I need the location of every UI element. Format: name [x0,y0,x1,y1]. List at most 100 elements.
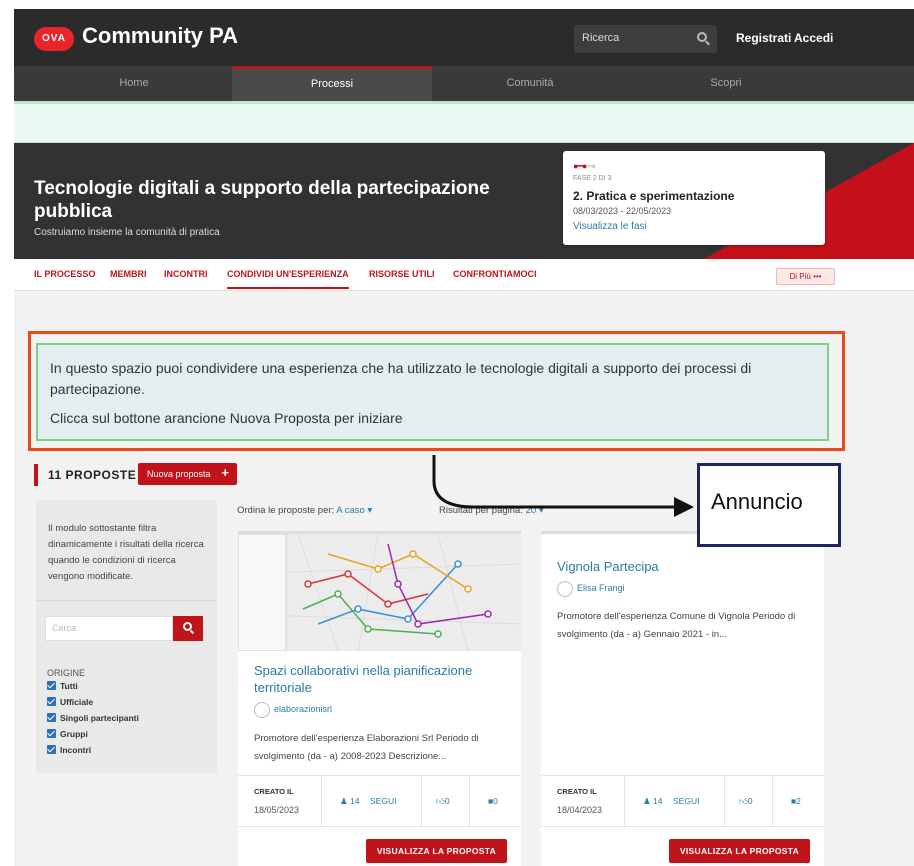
vote-count: 👍︎0 [436,796,450,807]
author-name: Elisa Frangi [577,583,625,593]
proposal-title-link[interactable]: Spazi collaborativi nella pianificazione… [254,662,504,696]
nav-scopri[interactable]: Scopri [626,66,826,101]
author-link[interactable]: Elisa Frangi [557,580,625,597]
comment-number: 2 [796,796,801,806]
register-link[interactable]: Registrati [736,31,791,45]
origin-checkbox-incontri[interactable]: Incontri [47,744,91,756]
logo-icon[interactable]: OVA [34,27,74,51]
checkbox-checked-icon[interactable] [47,681,56,690]
filter-search-input[interactable]: Cerca [45,616,173,641]
follower-icon: ♟ [340,796,348,806]
follower-number: 14 [350,796,360,806]
vote-number: 0 [747,796,753,806]
screenshot-stage: OVA Community PA Ricerca Registrati Acce… [0,0,914,866]
checkbox-checked-icon[interactable] [47,745,56,754]
follower-count: ♟ 14 [643,796,662,807]
checkbox-checked-icon[interactable] [47,697,56,706]
nav-processi[interactable]: Processi [232,66,432,101]
follower-number: 14 [653,796,663,806]
proposal-description: Promotore dell'esperienza Comune di Vign… [557,611,796,640]
created-label: CREATO IL [557,787,597,796]
new-proposal-button[interactable]: Nuova proposta + [138,463,237,485]
nav-comunita[interactable]: Comunità [430,66,630,101]
brand-name[interactable]: Community PA [82,23,238,49]
vote-cell[interactable]: 👍︎0 [422,776,470,828]
phase-name: 2. Pratica e sperimentazione [573,189,735,203]
per-page-select[interactable]: 20 [526,505,537,516]
tab-confrontiamoci[interactable]: CONFRONTIAMOCI [453,269,537,279]
origin-checkbox-tutti[interactable]: Tutti [47,680,78,692]
tab-il-processo[interactable]: IL PROCESSO [34,269,95,279]
follow-cell[interactable]: ♟ 14 SEGUI [625,776,725,828]
avatar [254,701,270,718]
author-name: elaborazionisrl [274,704,333,714]
chevron-down-icon: ▾ [538,505,544,516]
sort-label: Ordina le proposte per: [237,505,335,516]
proposal-card: Vignola Partecipa Elisa Frangi Promotore… [541,531,824,866]
filter-search-button[interactable] [173,616,203,641]
filter-description: Il modulo sottostante filtra dinamicamen… [48,523,204,582]
created-cell: CREATO IL 18/05/2023 [238,776,322,828]
callout-label: Annuncio [711,489,803,514]
sidebar-divider [36,600,217,601]
new-proposal-label: Nuova proposta [147,469,211,479]
view-proposal-button[interactable]: VISUALIZZA LA PROPOSTA [669,839,810,863]
search-placeholder: Ricerca [582,32,620,44]
checkbox-checked-icon[interactable] [47,713,56,722]
author-link[interactable]: elaborazionisrl [254,701,333,718]
process-subnav: IL PROCESSO MEMBRI INCONTRI CONDIVIDI UN… [14,259,914,291]
top-bar: OVA Community PA Ricerca Registrati Acce… [14,9,914,66]
tab-condividi-esperienza[interactable]: CONDIVIDI UN'ESPERIENZA [227,269,349,289]
checkbox-label: Gruppi [60,729,88,739]
origin-filter-title: ORIGINE [47,668,86,678]
login-link[interactable]: Accedi [794,31,833,45]
view-phases-link[interactable]: Visualizza le fasi [573,221,647,232]
proposal-description: Promotore dell'esperienza Elaborazioni S… [254,733,479,762]
tab-risorse-utili[interactable]: RISORSE UTILI [369,269,435,279]
process-title: Tecnologie digitali a supporto della par… [34,178,490,222]
chevron-down-icon: ▾ [367,505,373,516]
comment-cell[interactable]: ■2 [773,776,824,828]
follow-button[interactable]: SEGUI [673,796,699,806]
tab-incontri[interactable]: INCONTRI [164,269,208,279]
checkbox-checked-icon[interactable] [47,729,56,738]
phase-card: ●━●━● FASE 2 DI 3 2. Pratica e speriment… [563,151,825,245]
created-label: CREATO IL [254,787,294,796]
comment-number: 0 [493,796,498,806]
page: OVA Community PA Ricerca Registrati Acce… [14,9,914,866]
checkbox-label: Tutti [60,681,78,691]
proposal-title-link[interactable]: Vignola Partecipa [557,558,807,575]
notice-bar [14,101,914,143]
search-icon [183,622,192,631]
phase-label: FASE 2 DI 3 [573,175,612,182]
proposal-card: Spazi collaborativi nella pianificazione… [238,531,521,866]
sort-control[interactable]: Ordina le proposte per: A caso ▾ [237,505,372,516]
comment-cell[interactable]: ■0 [470,776,521,828]
sort-select[interactable]: A caso [336,505,365,516]
origin-checkbox-gruppi[interactable]: Gruppi [47,728,88,740]
follow-button[interactable]: SEGUI [370,796,396,806]
avatar [557,580,573,597]
follower-icon: ♟ [643,796,651,806]
created-date: 18/04/2023 [557,805,603,815]
per-page-label: Risultati per pagina: [439,505,523,516]
per-page-control[interactable]: Risultati per pagina: 20 ▾ [439,505,544,516]
checkbox-label: Ufficiale [60,697,94,707]
origin-checkbox-ufficiale[interactable]: Ufficiale [47,696,93,708]
tab-membri[interactable]: MEMBRI [110,269,147,279]
proposal-count: 11 PROPOSTE [48,468,137,482]
view-proposal-button[interactable]: VISUALIZZA LA PROPOSTA [366,839,507,863]
more-button[interactable]: Di Più ••• [776,268,835,285]
search-input[interactable]: Ricerca [574,25,717,53]
vote-cell[interactable]: 👍︎0 [725,776,773,828]
search-icon[interactable] [697,32,707,42]
card-footer: CREATO IL 18/04/2023 ♟ 14 SEGUI 👍︎0 ■2 [541,775,824,828]
phase-progress-icon: ●━●━● [573,161,596,171]
phase-dates: 08/03/2023 - 22/05/2023 [573,206,672,216]
origin-checkbox-singoli[interactable]: Singoli partecipanti [47,712,139,724]
proposal-map-image[interactable] [238,534,521,651]
nav-home[interactable]: Home [34,66,234,101]
follow-cell[interactable]: ♟ 14 SEGUI [322,776,422,828]
checkbox-label: Incontri [60,745,92,755]
announcement-text: In questo spazio puoi condividere una es… [50,360,752,397]
